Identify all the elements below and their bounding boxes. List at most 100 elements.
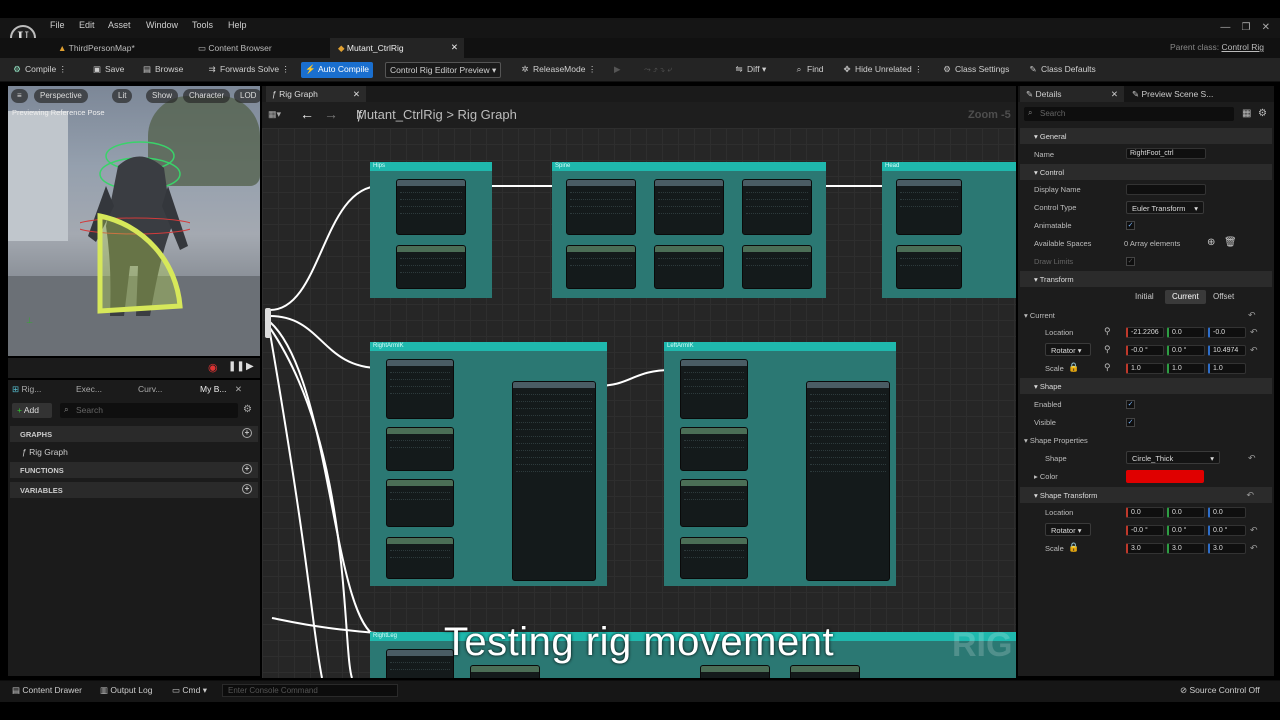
shape-properties-group[interactable]: ▾ Shape Properties <box>1024 436 1088 445</box>
rotator-dropdown[interactable]: Rotator ▾ <box>1045 343 1091 356</box>
reset-arrow-icon[interactable]: ↶ <box>1250 525 1258 536</box>
section-transform[interactable]: ▾ Transform <box>1020 271 1272 287</box>
shape-scale-y-field[interactable]: 3.0 <box>1167 543 1205 554</box>
mode-current[interactable]: Current <box>1165 290 1206 304</box>
shape-rotator-dropdown[interactable]: Rotator ▾ <box>1045 523 1091 536</box>
section-control[interactable]: ▾ Control <box>1020 164 1272 180</box>
tab-execution-stack[interactable]: Exec... <box>76 384 102 394</box>
set-transform-node[interactable] <box>654 179 724 235</box>
release-mode-button[interactable]: ✲ ReleaseMode ⋮ <box>516 62 600 78</box>
set-transform-node[interactable] <box>386 359 454 419</box>
lit-button[interactable]: Lit <box>112 89 133 103</box>
tab-preview-scene[interactable]: ✎ Preview Scene S... <box>1126 86 1246 102</box>
section-shape[interactable]: ▾ Shape <box>1020 378 1272 394</box>
output-log-button[interactable]: ▥ Output Log <box>100 685 152 696</box>
scale-y-field[interactable]: 1.0 <box>1167 363 1205 374</box>
pause-icon[interactable]: ❚❚ <box>228 361 245 372</box>
draw-limits-checkbox[interactable]: ✓ <box>1126 257 1135 266</box>
back-arrow-icon[interactable]: ← <box>300 106 314 122</box>
shape-scale-z-field[interactable]: 3.0 <box>1208 543 1246 554</box>
trash-icon[interactable]: 🗑 <box>1224 237 1237 248</box>
forward-arrow-icon[interactable]: → <box>324 106 338 122</box>
mutant-character[interactable] <box>80 126 190 326</box>
get-transform-node[interactable] <box>386 427 454 471</box>
get-transform-node[interactable] <box>742 245 812 289</box>
menu-window[interactable]: Window <box>146 20 178 34</box>
add-variable-icon[interactable]: + <box>242 484 252 494</box>
tab-curves[interactable]: Curv... <box>138 384 162 394</box>
set-transform-node[interactable] <box>396 179 466 235</box>
location-z-field[interactable]: -0.0 <box>1208 327 1246 338</box>
get-transform-node[interactable] <box>654 245 724 289</box>
menu-tools[interactable]: Tools <box>192 20 213 34</box>
tab-mutant-ctrlrig[interactable]: ◆ Mutant_CtrlRig ✕ <box>330 38 464 58</box>
current-group[interactable]: ▾ Current <box>1024 311 1055 320</box>
shape-location-x-field[interactable]: 0.0 <box>1126 507 1164 518</box>
control-type-dropdown[interactable]: Euler Transform ▾ <box>1126 201 1204 214</box>
forwards-solve-button[interactable]: ⇉ Forwards Solve ⋮ <box>203 62 294 78</box>
record-icon[interactable]: ◉ <box>208 361 218 374</box>
menu-file[interactable]: File <box>50 20 65 34</box>
get-transform-node[interactable] <box>680 479 748 527</box>
get-transform-node[interactable] <box>680 427 748 471</box>
shape-scale-x-field[interactable]: 3.0 <box>1126 543 1164 554</box>
diff-button[interactable]: ⇋ Diff ▾ <box>730 62 770 78</box>
reset-arrow-icon[interactable]: ↶ <box>1248 453 1256 464</box>
set-transform-node[interactable] <box>566 179 636 235</box>
minimize-icon[interactable]: — <box>1220 22 1230 33</box>
close-tab-icon[interactable]: ✕ <box>353 89 360 100</box>
scale-z-field[interactable]: 1.0 <box>1208 363 1246 374</box>
hide-unrelated-button[interactable]: ✥ Hide Unrelated ⋮ <box>838 62 927 78</box>
reset-arrow-icon[interactable]: ↶ <box>1250 543 1258 554</box>
console-input[interactable]: Enter Console Command <box>222 684 398 697</box>
compile-button[interactable]: ⚙ Compile ⋮ <box>8 62 71 78</box>
settings-gear-icon[interactable]: ⚙ <box>243 404 252 415</box>
perspective-button[interactable]: Perspective <box>34 89 88 103</box>
cmd-dropdown[interactable]: ▭ Cmd ▾ <box>172 685 207 696</box>
step-controls[interactable]: ⤳ ⤴ ⤵ ⤶ <box>640 62 676 78</box>
lod-button[interactable]: LOD <box>234 89 260 103</box>
close-tab-icon[interactable]: ✕ <box>451 42 458 53</box>
location-y-field[interactable]: 0.0 <box>1167 327 1205 338</box>
breadcrumb-leaf[interactable]: Rig Graph <box>458 107 517 122</box>
rotator-y-field[interactable]: 0.0 ° <box>1167 345 1205 356</box>
display-name-field[interactable] <box>1126 184 1206 195</box>
shape-location-y-field[interactable]: 0.0 <box>1167 507 1205 518</box>
browse-button[interactable]: ▤ Browse <box>138 62 187 78</box>
mode-initial[interactable]: Initial <box>1128 290 1161 304</box>
section-graphs[interactable]: GRAPHS + <box>10 426 258 442</box>
find-button[interactable]: ⌕ Find <box>790 62 828 78</box>
reset-arrow-icon[interactable]: ↶ <box>1248 310 1256 321</box>
get-control-node[interactable] <box>680 537 748 579</box>
set-transform-node[interactable] <box>680 359 748 419</box>
mode-offset[interactable]: Offset <box>1206 290 1241 304</box>
get-transform-node[interactable] <box>470 665 540 678</box>
space-toggle-icon[interactable]: ⚲ <box>1104 362 1111 373</box>
rotator-x-field[interactable]: -0.0 ° <box>1126 345 1164 356</box>
settings-gear-icon[interactable]: ⚙ <box>1258 108 1267 119</box>
play-button[interactable]: ▶ <box>610 62 625 78</box>
comment-head[interactable]: Head <box>882 162 1016 298</box>
grid-view-icon[interactable]: ▦ <box>1242 108 1251 119</box>
entry-node-pins[interactable] <box>265 308 271 338</box>
rig-graph-canvas[interactable]: Hips Spine Head RightArmIK LeftArmIK Rig… <box>262 128 1016 678</box>
get-transform-node[interactable] <box>896 245 962 289</box>
graph-item-rig-graph[interactable]: ƒ Rig Graph <box>22 447 68 457</box>
section-variables[interactable]: VARIABLES + <box>10 482 258 498</box>
viewport-menu-button[interactable]: ≡ <box>11 89 28 103</box>
parent-class-link[interactable]: Control Rig <box>1221 42 1264 52</box>
shape-rotator-z-field[interactable]: 0.0 ° <box>1208 525 1246 536</box>
add-function-icon[interactable]: + <box>242 464 252 474</box>
tab-rig-hierarchy[interactable]: ⊞ Rig... <box>12 384 41 395</box>
add-button[interactable]: + Add <box>12 403 52 418</box>
basic-ik-node[interactable] <box>806 381 890 581</box>
tab-details[interactable]: ✎ Details ✕ <box>1020 86 1124 102</box>
set-transform-node[interactable] <box>896 179 962 235</box>
animatable-checkbox[interactable]: ✓ <box>1126 221 1135 230</box>
comment-right-arm-ik[interactable]: RightArmIK <box>370 342 607 586</box>
reset-arrow-icon[interactable]: ↶ <box>1250 327 1258 338</box>
graph-options-icon[interactable]: ▦▾ <box>268 109 281 120</box>
details-search-input[interactable]: ⌕ Search <box>1024 107 1234 121</box>
menu-asset[interactable]: Asset <box>108 20 131 34</box>
section-functions[interactable]: FUNCTIONS + <box>10 462 258 478</box>
